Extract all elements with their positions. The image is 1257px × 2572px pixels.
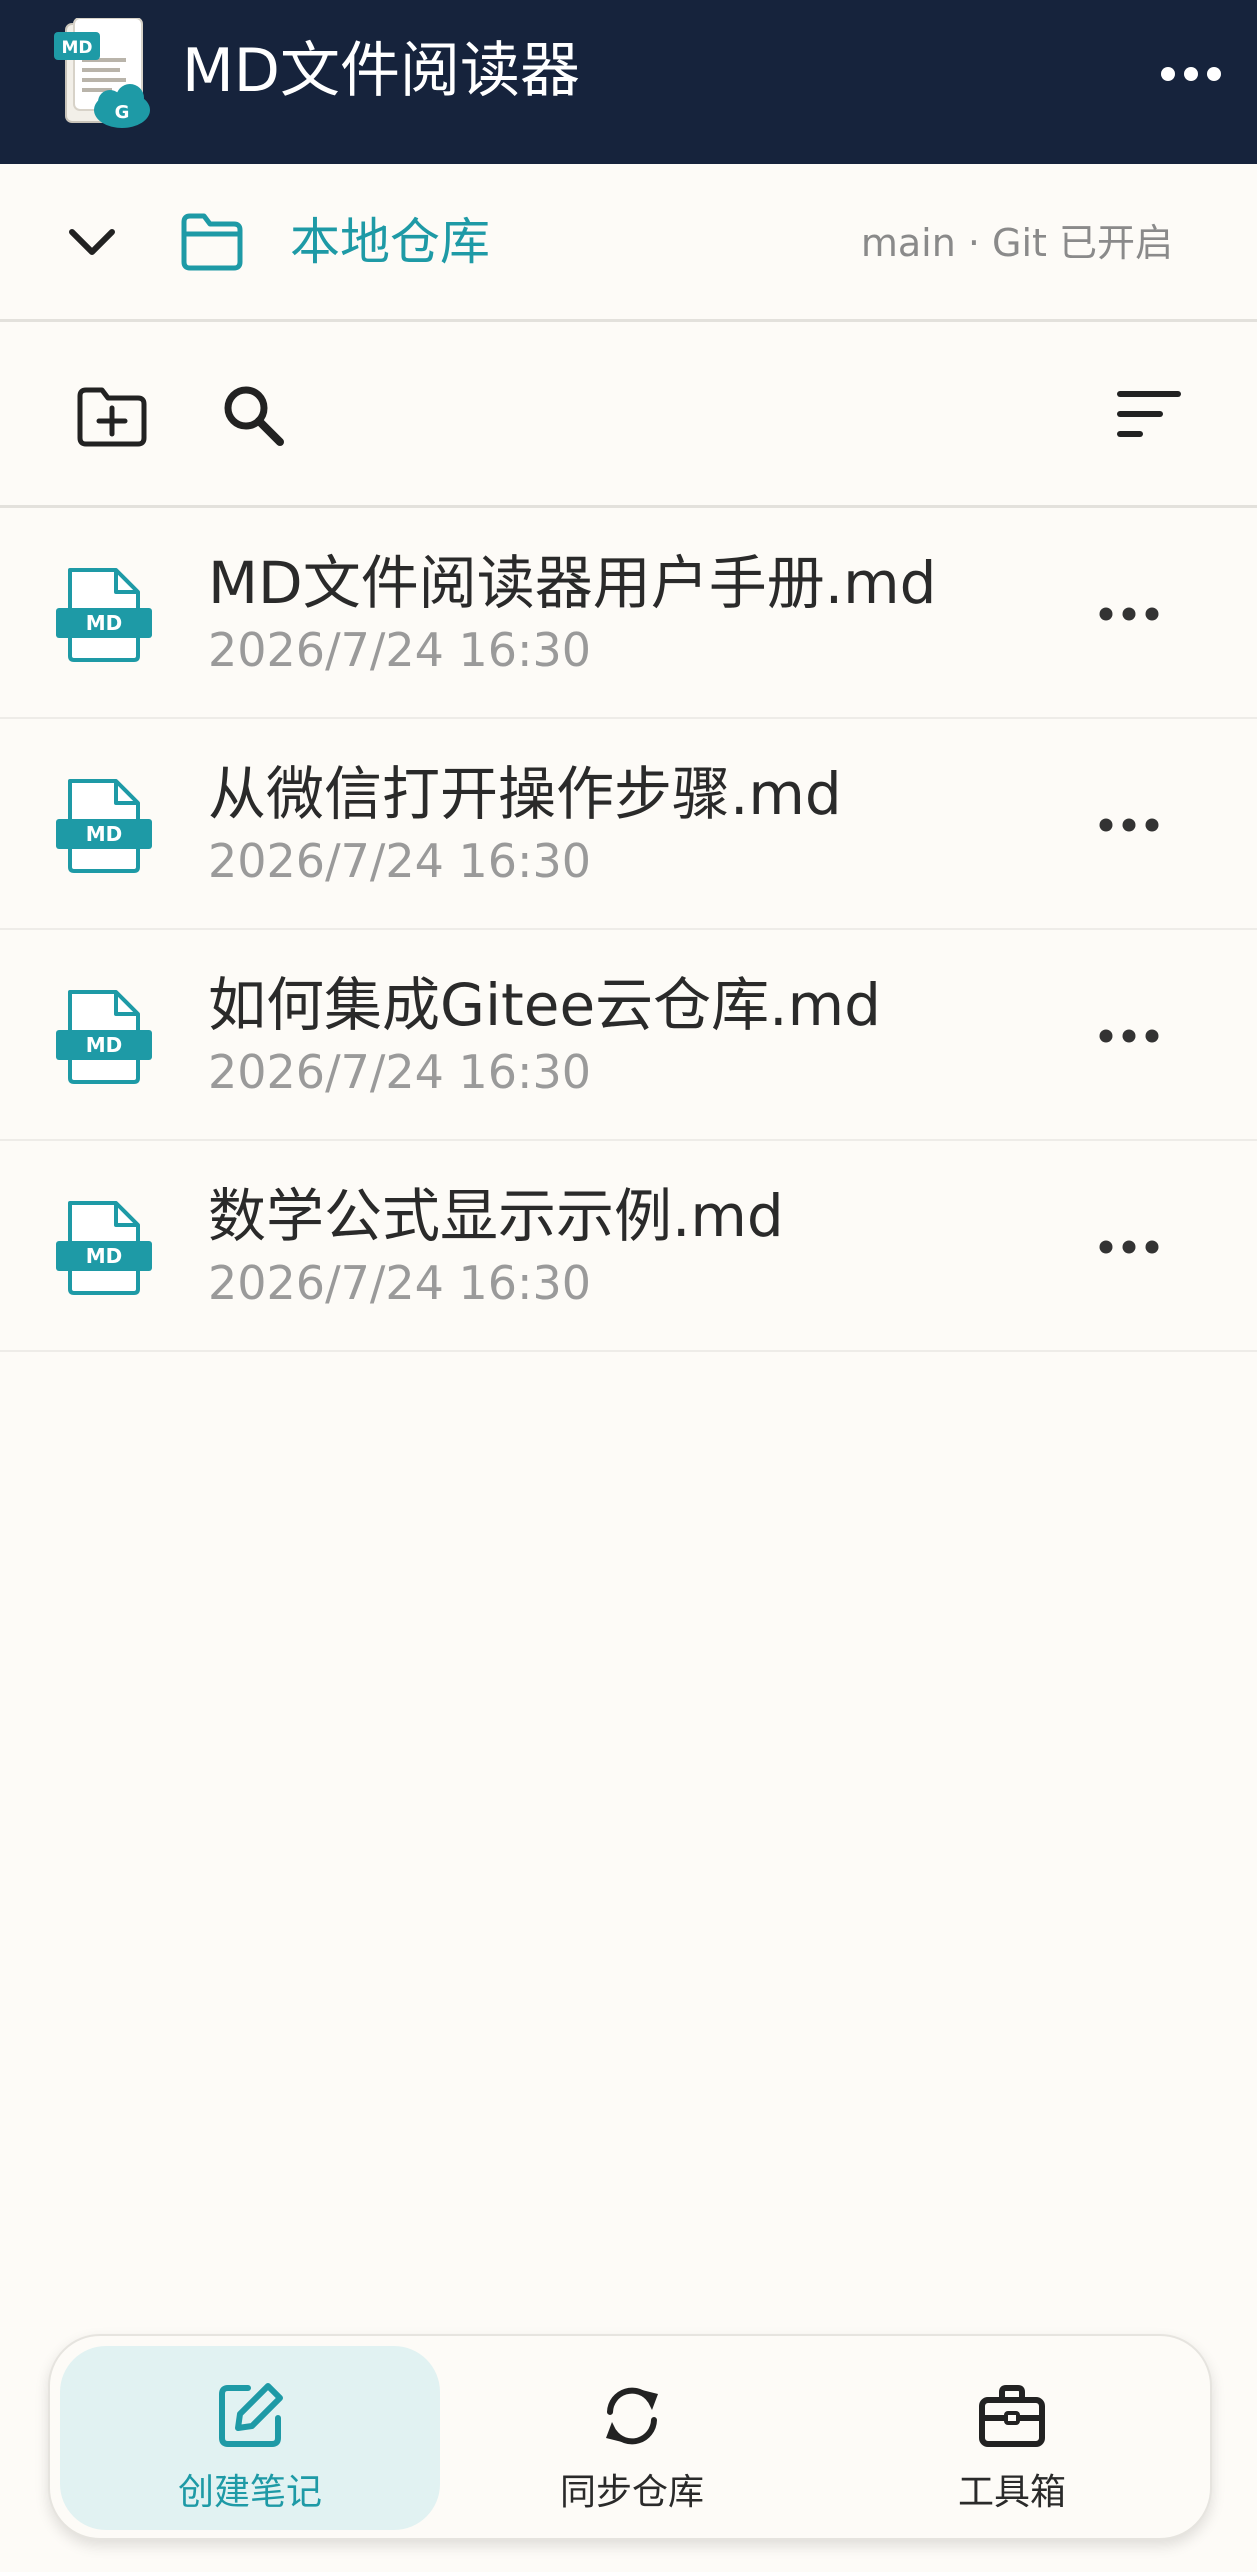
svg-text:MD: MD xyxy=(86,1033,123,1057)
file-name: 如何集成Gitee云仓库.md xyxy=(208,971,881,1039)
file-name: 数学公式显示示例.md xyxy=(208,1182,784,1250)
file-modified-time: 2026/7/24 16:30 xyxy=(208,1045,592,1099)
file-name: MD文件阅读器用户手册.md xyxy=(208,549,937,617)
folder-add-icon[interactable] xyxy=(74,384,150,450)
file-toolbar xyxy=(0,322,1257,508)
search-icon[interactable] xyxy=(220,382,286,448)
more-horizontal-icon[interactable] xyxy=(1098,1022,1160,1050)
chevron-down-icon[interactable] xyxy=(64,222,120,262)
bottom-navigation: 创建笔记 同步仓库 工具箱 xyxy=(48,2334,1212,2540)
toolbox-icon xyxy=(979,2385,1045,2447)
file-row[interactable]: MD 如何集成Gitee云仓库.md 2026/7/24 16:30 xyxy=(0,930,1257,1141)
repository-bar: 本地仓库 main · Git 已开启 xyxy=(0,164,1257,322)
sort-icon[interactable] xyxy=(1116,386,1182,442)
svg-text:MD: MD xyxy=(61,38,92,58)
app-logo-icon: MD G xyxy=(54,18,150,128)
svg-text:MD: MD xyxy=(86,822,123,846)
svg-text:MD: MD xyxy=(86,1244,123,1268)
app-title: MD文件阅读器 xyxy=(182,36,580,106)
file-row[interactable]: MD 数学公式显示示例.md 2026/7/24 16:30 xyxy=(0,1141,1257,1352)
file-row[interactable]: MD 从微信打开操作步骤.md 2026/7/24 16:30 xyxy=(0,719,1257,930)
file-modified-time: 2026/7/24 16:30 xyxy=(208,834,592,888)
create-note-button[interactable]: 创建笔记 xyxy=(60,2346,440,2530)
toolbox-button[interactable]: 工具箱 xyxy=(822,2346,1202,2530)
more-horizontal-icon[interactable] xyxy=(1098,600,1160,628)
file-name: 从微信打开操作步骤.md xyxy=(208,760,842,828)
markdown-file-icon: MD xyxy=(56,779,152,873)
svg-text:MD: MD xyxy=(86,611,123,635)
svg-text:G: G xyxy=(115,102,130,123)
file-modified-time: 2026/7/24 16:30 xyxy=(208,1256,592,1310)
nav-label: 创建笔记 xyxy=(177,2472,322,2513)
more-horizontal-icon[interactable] xyxy=(1160,60,1222,88)
file-list: MD MD文件阅读器用户手册.md 2026/7/24 16:30 MD 从微信… xyxy=(0,508,1257,1352)
sync-repository-button[interactable]: 同步仓库 xyxy=(442,2346,822,2530)
sync-icon xyxy=(606,2387,658,2445)
edit-note-icon xyxy=(219,2383,283,2447)
git-status-text: main · Git 已开启 xyxy=(860,221,1173,265)
nav-label: 工具箱 xyxy=(957,2472,1066,2513)
more-horizontal-icon[interactable] xyxy=(1098,1233,1160,1261)
repository-name[interactable]: 本地仓库 xyxy=(290,204,490,280)
file-row[interactable]: MD MD文件阅读器用户手册.md 2026/7/24 16:30 xyxy=(0,508,1257,719)
more-horizontal-icon[interactable] xyxy=(1098,811,1160,839)
nav-label: 同步仓库 xyxy=(559,2472,704,2513)
app-bar: MD G MD文件阅读器 xyxy=(0,0,1257,164)
markdown-file-icon: MD xyxy=(56,568,152,662)
markdown-file-icon: MD xyxy=(56,990,152,1084)
file-modified-time: 2026/7/24 16:30 xyxy=(208,623,592,677)
folder-icon xyxy=(181,213,243,271)
markdown-file-icon: MD xyxy=(56,1201,152,1295)
